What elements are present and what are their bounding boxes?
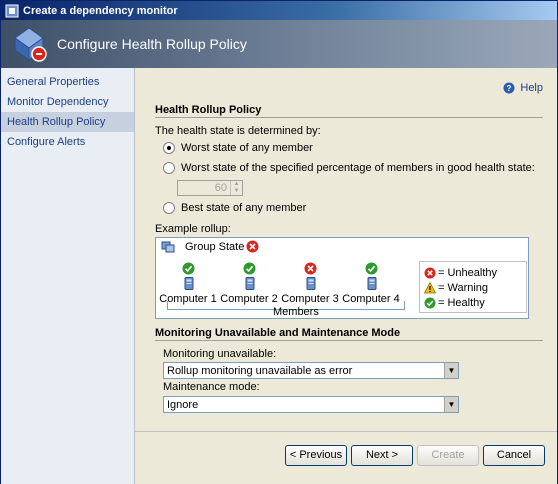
healthy-status-icon bbox=[243, 262, 256, 275]
window-title: Create a dependency monitor bbox=[23, 4, 178, 17]
nav-item[interactable]: Configure Alerts bbox=[1, 132, 134, 152]
chevron-down-icon[interactable]: ▼ bbox=[444, 397, 458, 412]
warning-icon bbox=[424, 281, 436, 293]
previous-button[interactable]: < Previous bbox=[285, 445, 347, 466]
legend-row-healthy: = Healthy bbox=[420, 295, 526, 310]
computer-icon bbox=[184, 277, 194, 290]
unhealthy-status-icon bbox=[304, 262, 317, 275]
group-icon bbox=[161, 241, 175, 253]
nav-item[interactable]: Health Rollup Policy bbox=[1, 112, 134, 132]
banner-title: Configure Health Rollup Policy bbox=[57, 36, 247, 52]
radio-button[interactable] bbox=[163, 202, 175, 214]
button-divider bbox=[135, 431, 557, 432]
spin-down-icon[interactable]: ▼ bbox=[231, 188, 242, 195]
main-panel: ? Help Health Rollup Policy The health s… bbox=[135, 68, 557, 484]
status-legend: = Unhealthy = Warning = Healthy bbox=[419, 261, 527, 313]
legend-row-warning: = Warning bbox=[420, 280, 526, 295]
spin-up-icon[interactable]: ▲ bbox=[231, 181, 242, 188]
help-label: Help bbox=[520, 82, 543, 94]
monitoring-unavailable-label: Monitoring unavailable: bbox=[163, 348, 277, 360]
computer-icon bbox=[306, 277, 316, 290]
nav-item[interactable]: Monitor Dependency bbox=[1, 92, 134, 112]
members-label: Members bbox=[273, 306, 319, 318]
group-state-unhealthy-icon bbox=[246, 240, 259, 253]
option-worst-any[interactable]: Worst state of any member bbox=[163, 142, 313, 154]
healthy-status-icon bbox=[365, 262, 378, 275]
section-divider bbox=[155, 340, 543, 341]
dialog-window: Create a dependency monitor Configure He… bbox=[0, 0, 558, 484]
maintenance-section-title: Monitoring Unavailable and Maintenance M… bbox=[155, 327, 401, 339]
header-banner: Configure Health Rollup Policy bbox=[1, 20, 557, 68]
svg-text:?: ? bbox=[507, 84, 512, 93]
title-bar[interactable]: Create a dependency monitor bbox=[1, 1, 557, 20]
maintenance-mode-value: Ignore bbox=[167, 398, 199, 411]
nav-item[interactable]: General Properties bbox=[1, 72, 134, 92]
cancel-button[interactable]: Cancel bbox=[483, 445, 545, 466]
computer-icon bbox=[245, 277, 255, 290]
option-worst-percentage[interactable]: Worst state of the specified percentage … bbox=[163, 162, 535, 174]
radio-button[interactable] bbox=[163, 162, 175, 174]
chevron-down-icon[interactable]: ▼ bbox=[444, 363, 458, 378]
dependency-monitor-icon bbox=[14, 27, 47, 62]
option-best-any[interactable]: Best state of any member bbox=[163, 202, 306, 214]
help-link[interactable]: ? Help bbox=[503, 82, 543, 94]
legend-healthy-label: = Healthy bbox=[438, 296, 485, 309]
healthy-icon bbox=[424, 297, 436, 308]
radio-button[interactable] bbox=[163, 142, 175, 154]
computer-icon bbox=[367, 277, 377, 290]
wizard-nav: General Properties Monitor Dependency Heal… bbox=[1, 68, 135, 484]
section-divider bbox=[155, 117, 543, 118]
policy-section-title: Health Rollup Policy bbox=[155, 104, 262, 116]
legend-warning-label: = Warning bbox=[438, 281, 489, 294]
help-icon: ? bbox=[503, 82, 515, 94]
unhealthy-icon bbox=[424, 267, 436, 278]
option-label: Best state of any member bbox=[181, 202, 307, 214]
next-button[interactable]: Next > bbox=[351, 445, 413, 466]
monitoring-unavailable-select[interactable]: Rollup monitoring unavailable as error ▼ bbox=[163, 362, 459, 379]
create-button[interactable]: Create bbox=[417, 445, 479, 466]
option-label: Worst state of the specified percentage … bbox=[181, 162, 535, 174]
example-label: Example rollup: bbox=[155, 223, 231, 235]
healthy-status-icon bbox=[182, 262, 195, 275]
percentage-value[interactable]: 60 bbox=[178, 181, 230, 195]
group-state-label: Group State = bbox=[185, 241, 254, 253]
monitoring-unavailable-value: Rollup monitoring unavailable as error bbox=[167, 364, 353, 377]
legend-unhealthy-label: = Unhealthy bbox=[438, 266, 498, 279]
legend-row-unhealthy: = Unhealthy bbox=[420, 265, 526, 280]
percentage-spinner[interactable]: 60 ▲ ▼ bbox=[177, 180, 243, 196]
option-label: Worst state of any member bbox=[181, 142, 313, 154]
policy-intro: The health state is determined by: bbox=[155, 125, 321, 137]
maintenance-mode-label: Maintenance mode: bbox=[163, 381, 260, 393]
maintenance-mode-select[interactable]: Ignore ▼ bbox=[163, 396, 459, 413]
app-icon bbox=[5, 4, 19, 17]
